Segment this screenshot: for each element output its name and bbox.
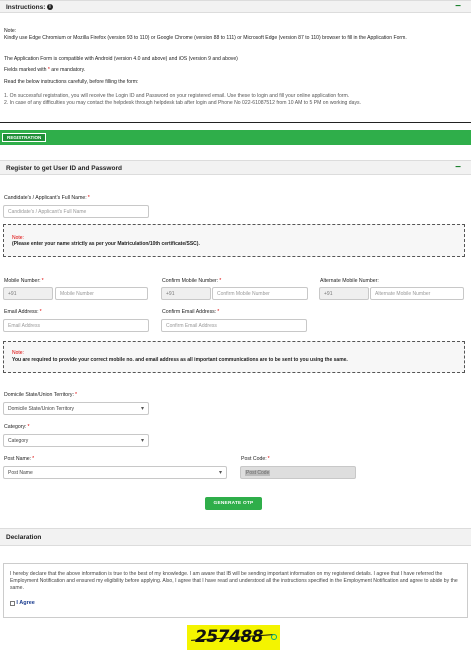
browser-note: Kindly use Edge Chromium or Mozilla Fire… — [4, 35, 407, 41]
agree-checkbox[interactable] — [10, 600, 15, 606]
category-select[interactable]: Category — [3, 434, 149, 447]
compat-note: The Application Form is compatible with … — [4, 56, 238, 62]
domicile-label: Domicile State/Union Territory:* — [4, 392, 77, 398]
read-note: Read the below instructions carefully, b… — [4, 79, 139, 85]
register-title: Register to get User ID and Password — [6, 165, 122, 172]
full-name-input[interactable]: Candidate's / Applicant's Full Name — [3, 205, 149, 218]
collapse-icon[interactable]: − — [455, 162, 461, 173]
confirm-email-label: Confirm Email Address:* — [162, 309, 220, 315]
declaration-text: I hereby declare that the above informat… — [10, 571, 458, 591]
domicile-select[interactable]: Domicile State/Union Territory — [3, 402, 149, 415]
contact-note-text: You are required to provide your correct… — [12, 357, 348, 363]
register-header[interactable]: Register to get User ID and Password − — [0, 160, 471, 175]
email-input[interactable]: Email Address — [3, 319, 149, 332]
declaration-header: Declaration — [0, 528, 471, 546]
instructions-title: Instructions: — [6, 4, 46, 11]
confirm-mobile-input[interactable]: Confirm Mobile Number — [212, 287, 308, 300]
instructions-note-label: Note: — [4, 28, 17, 34]
divider — [0, 122, 471, 123]
email-label: Email Address:* — [4, 309, 42, 315]
alt-mobile-input[interactable]: Alternate Mobile Number — [370, 287, 464, 300]
tab-registration[interactable]: REGISTRATION — [2, 133, 47, 142]
collapse-icon[interactable]: − — [455, 1, 461, 12]
declaration-title: Declaration — [6, 534, 42, 541]
alt-mobile-label: Alternate Mobile Number: — [320, 278, 379, 284]
refresh-icon[interactable] — [271, 634, 277, 640]
instruction-item: 2. In case of any difficulties you may c… — [4, 100, 361, 106]
confirm-mobile-label: Confirm Mobile Number:* — [162, 278, 222, 284]
post-name-label: Post Name:* — [4, 456, 35, 462]
contact-note-label: Note: — [12, 350, 24, 356]
name-note-box: Note: (Please enter your name strictly a… — [3, 224, 465, 257]
instruction-item: 1. On successful registration, you will … — [4, 93, 350, 99]
post-code-input: Post Code — [240, 466, 356, 479]
mobile-label: Mobile Number:* — [4, 278, 44, 284]
confirm-email-input[interactable]: Confirm Email Address — [161, 319, 307, 332]
generate-otp-button[interactable]: GENERATE OTP — [205, 497, 262, 510]
post-code-label: Post Code:* — [241, 456, 270, 462]
agree-row[interactable]: I Agree — [10, 600, 35, 606]
contact-note-box: Note: You are required to provide your c… — [3, 341, 465, 373]
name-note-text: (Please enter your name strictly as per … — [12, 241, 200, 247]
agree-label[interactable]: I Agree — [16, 600, 34, 606]
mobile-input[interactable]: Mobile Number — [55, 287, 148, 300]
instructions-header[interactable]: Instructions: i − — [0, 0, 471, 13]
alt-mobile-country-code: +91 — [319, 287, 369, 300]
mandatory-note: Fields marked with * are mandatory. — [4, 67, 86, 73]
registration-bar: REGISTRATION — [0, 130, 471, 145]
mobile-country-code: +91 — [3, 287, 53, 300]
confirm-mobile-country-code: +91 — [161, 287, 211, 300]
captcha-image: 257488 — [187, 625, 280, 650]
post-name-select[interactable]: Post Name — [3, 466, 227, 479]
info-icon: i — [47, 4, 53, 10]
category-label: Category:* — [4, 424, 30, 430]
declaration-box: I hereby declare that the above informat… — [3, 563, 468, 618]
full-name-label: Candidate's / Applicant's Full Name:* — [4, 195, 90, 201]
